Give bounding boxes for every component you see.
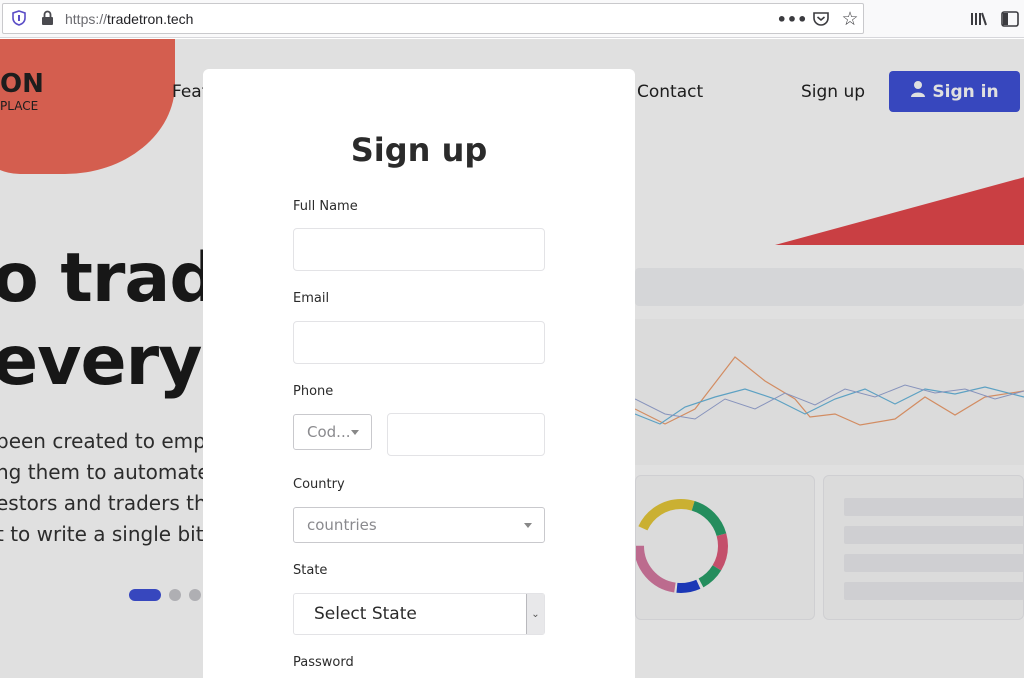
modal-title: Sign up [350,131,488,169]
sidebar-icon[interactable] [1000,9,1020,29]
bookmark-star-icon[interactable]: ☆ [839,8,861,30]
country-label: Country [293,477,345,492]
state-placeholder: Select State [314,604,417,624]
page: ON PLACE Feat Contact Sign up Sign in o … [0,39,1024,678]
url-text[interactable]: https://tradetron.tech [65,11,193,27]
library-icon[interactable] [968,9,990,29]
lock-icon[interactable] [39,10,55,26]
phone-code-placeholder: Cod... [307,423,351,441]
signup-modal: Sign up Full Name Email Phone Cod... Cou… [203,69,635,678]
browser-toolbar: https://tradetron.tech ••• ☆ [0,0,1024,38]
email-label: Email [293,291,330,306]
full-name-label: Full Name [293,199,358,214]
chevron-down-icon: ⌄ [531,608,540,620]
chevron-down-icon [351,430,359,435]
phone-label: Phone [293,384,334,399]
url-host: tradetron.tech [107,11,194,27]
state-select[interactable]: Select State ⌄ [293,593,545,635]
url-bar[interactable]: https://tradetron.tech ••• ☆ [2,3,864,34]
pocket-icon[interactable] [811,9,831,29]
phone-code-select[interactable]: Cod... [293,414,372,450]
phone-number-input[interactable] [387,413,545,456]
password-label: Password [293,655,354,670]
state-label: State [293,563,328,578]
full-name-input[interactable] [293,228,545,271]
country-placeholder: countries [307,516,377,534]
more-options-icon[interactable]: ••• [777,10,808,29]
url-protocol: https:// [65,11,108,27]
email-input[interactable] [293,321,545,364]
chevron-down-icon [524,523,532,528]
shield-icon[interactable] [11,10,27,26]
country-select[interactable]: countries [293,507,545,543]
state-dropdown-button[interactable]: ⌄ [526,594,544,634]
